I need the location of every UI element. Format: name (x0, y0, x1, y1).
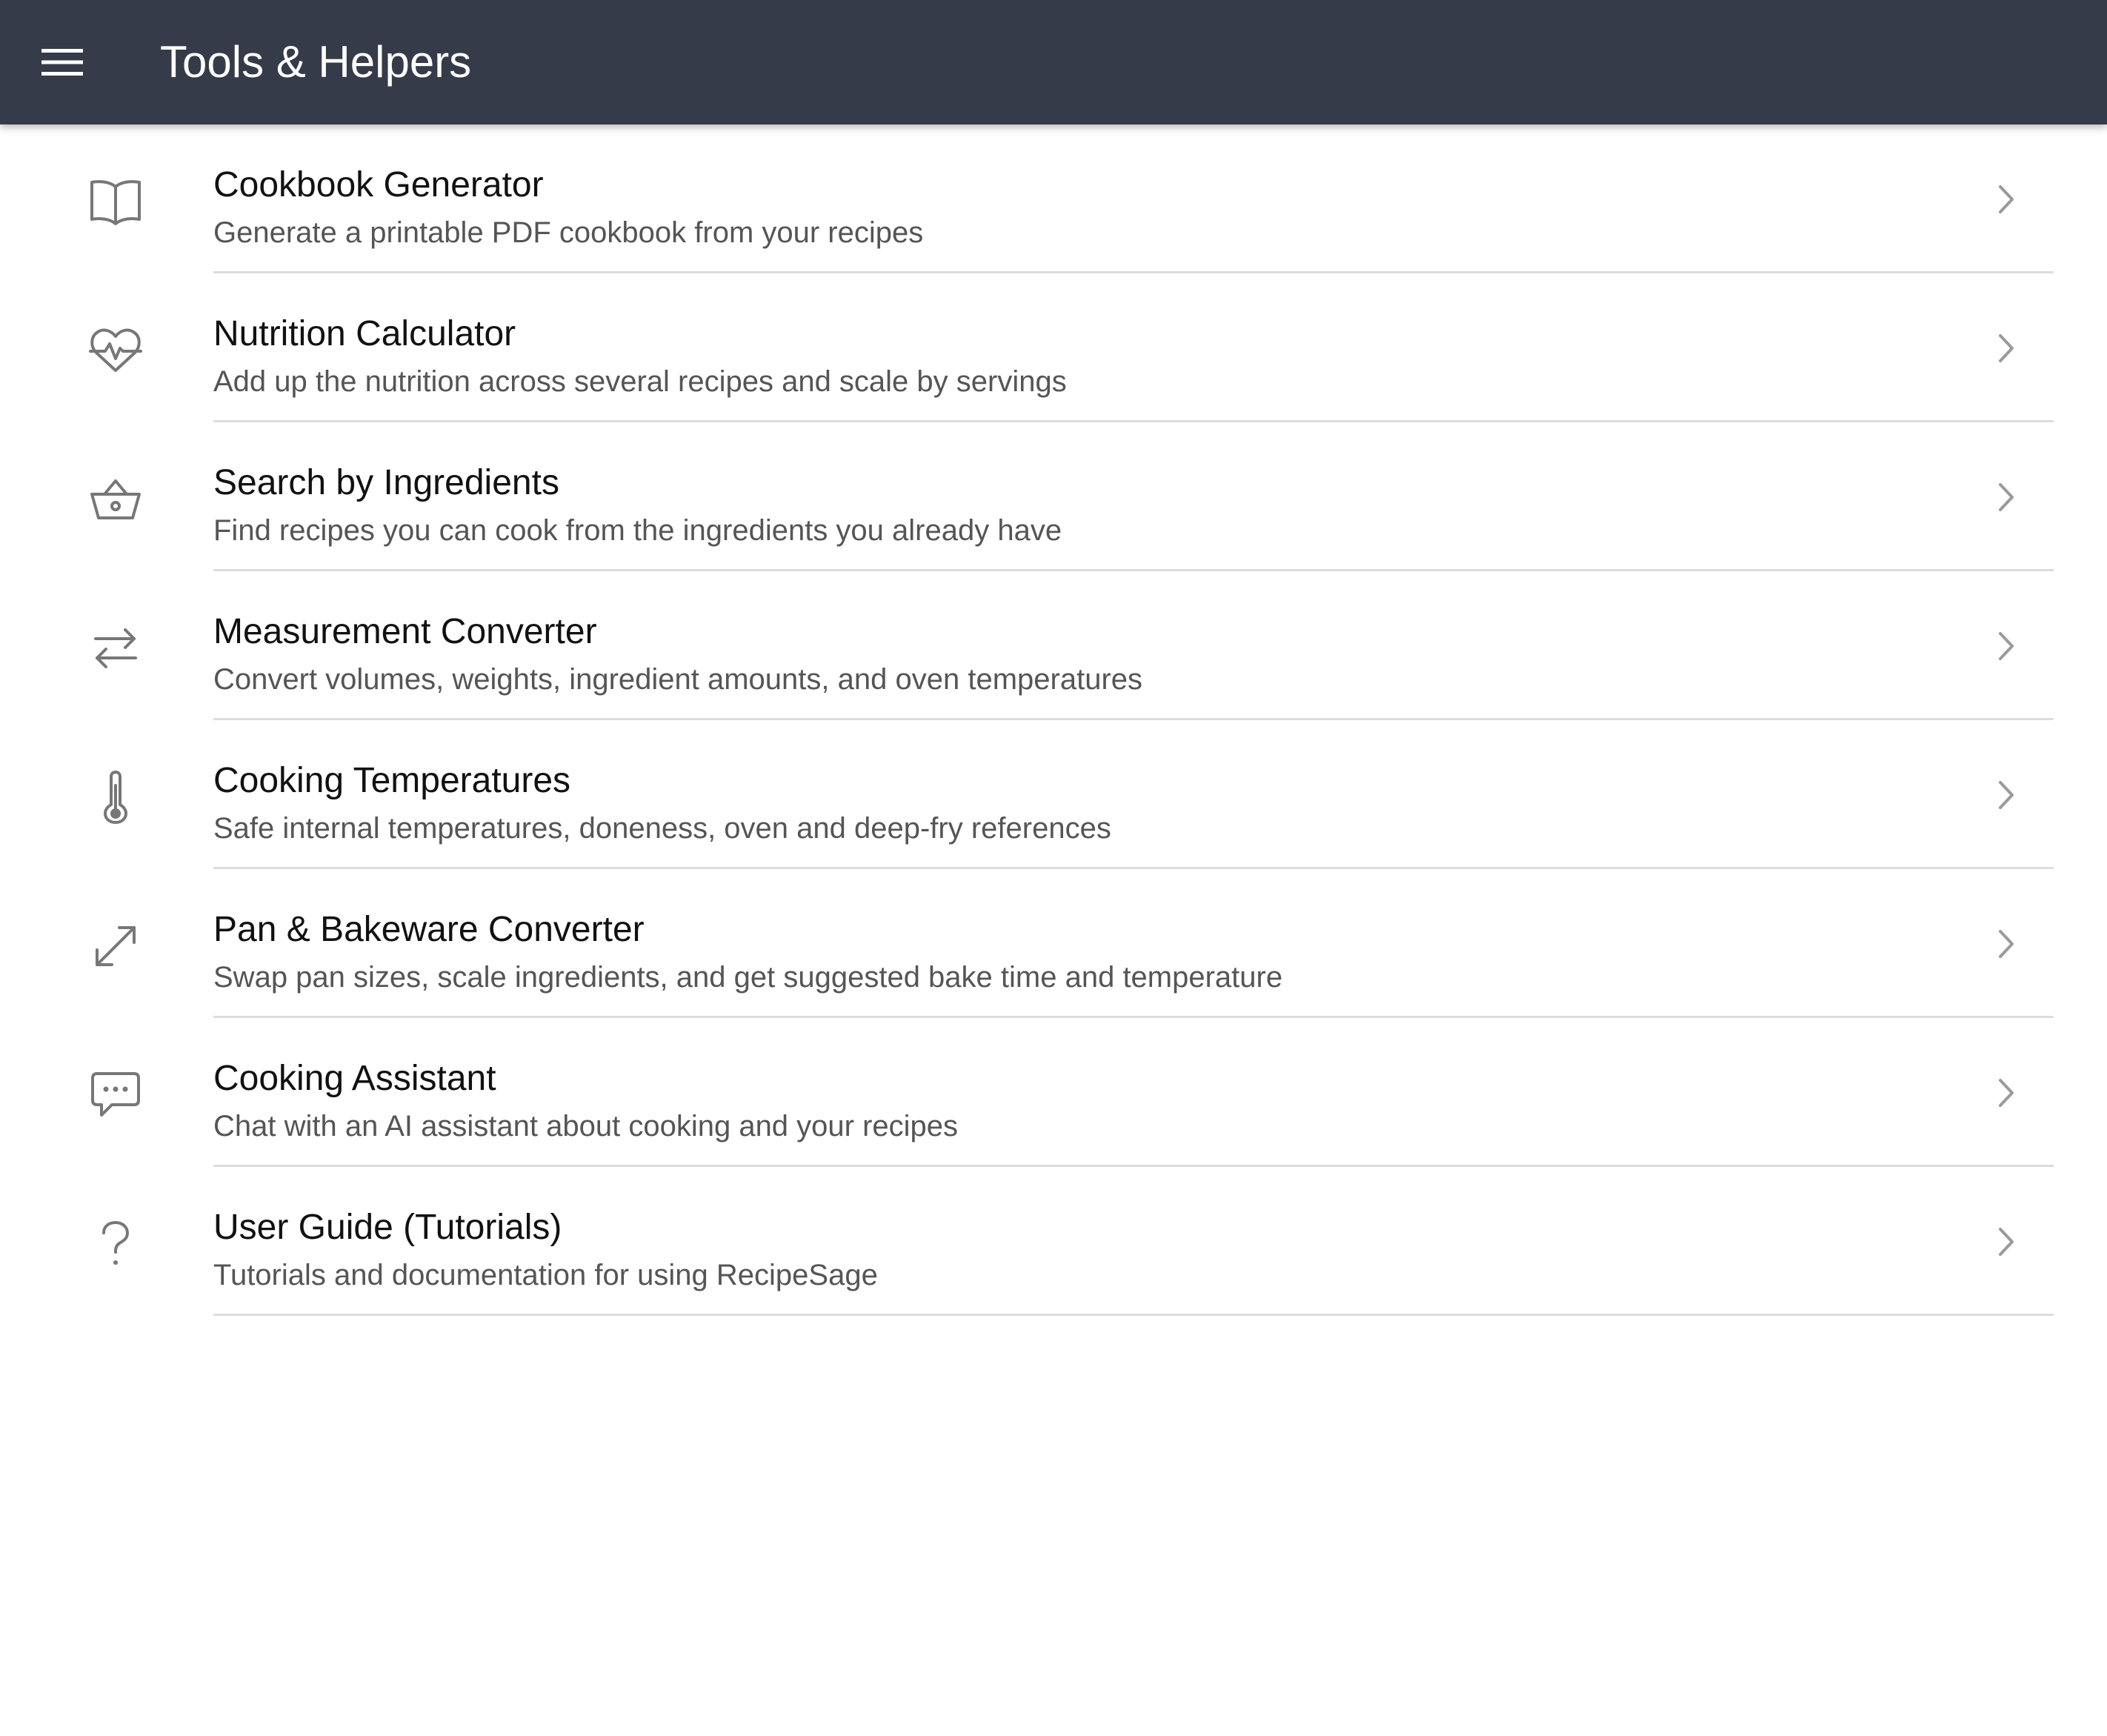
tool-description: Add up the nutrition across several reci… (213, 365, 1067, 398)
tool-description: Convert volumes, weights, ingredient amo… (213, 663, 1143, 696)
tools-content: Cookbook Generator Generate a printable … (0, 124, 2107, 1736)
chevron-right-icon (1999, 930, 2014, 958)
tool-title: Nutrition Calculator (213, 314, 516, 353)
tool-item-user-guide[interactable]: User Guide (Tutorials) Tutorials and doc… (0, 1167, 2107, 1316)
thermometer-icon (86, 768, 145, 827)
chevron-right-icon (1999, 185, 2014, 213)
tool-title: Measurement Converter (213, 612, 597, 651)
tool-description: Generate a printable PDF cookbook from y… (213, 216, 924, 249)
tool-item-cookbook-generator[interactable]: Cookbook Generator Generate a printable … (0, 124, 2107, 273)
tool-title: User Guide (Tutorials) (213, 1208, 562, 1247)
chevron-right-icon (1999, 781, 2014, 809)
tools-list: Cookbook Generator Generate a printable … (0, 124, 2107, 1316)
tool-item-body: Measurement Converter Convert volumes, w… (213, 571, 2054, 720)
tool-item-measurement-converter[interactable]: Measurement Converter Convert volumes, w… (0, 571, 2107, 720)
tool-item-pan-bakeware-converter[interactable]: Pan & Bakeware Converter Swap pan sizes,… (0, 869, 2107, 1018)
tool-item-body: Cooking Assistant Chat with an AI assist… (213, 1018, 2054, 1167)
tool-title: Search by Ingredients (213, 463, 559, 502)
tool-description: Safe internal temperatures, doneness, ov… (213, 812, 1111, 845)
menu-button[interactable] (33, 33, 92, 92)
tool-item-body: Cooking Temperatures Safe internal tempe… (213, 720, 2054, 869)
tool-description: Tutorials and documentation for using Re… (213, 1259, 878, 1291)
swap-arrows-icon (86, 619, 145, 678)
chevron-right-icon (1999, 483, 2014, 511)
book-icon (86, 172, 145, 231)
tool-title: Cookbook Generator (213, 165, 544, 204)
help-icon (86, 1214, 145, 1274)
tool-item-cooking-assistant[interactable]: Cooking Assistant Chat with an AI assist… (0, 1018, 2107, 1167)
chevron-right-icon (1999, 1228, 2014, 1256)
resize-arrows-icon (86, 917, 145, 976)
tool-item-body: Nutrition Calculator Add up the nutritio… (213, 273, 2054, 422)
tool-title: Cooking Temperatures (213, 761, 571, 800)
chat-bubble-icon (86, 1065, 145, 1125)
chevron-right-icon (1999, 632, 2014, 660)
tool-item-body: Search by Ingredients Find recipes you c… (213, 422, 2054, 571)
tool-item-body: Pan & Bakeware Converter Swap pan sizes,… (213, 869, 2054, 1018)
chevron-right-icon (1999, 334, 2014, 362)
tool-description: Find recipes you can cook from the ingre… (213, 514, 1062, 547)
tool-item-body: Cookbook Generator Generate a printable … (213, 124, 2054, 273)
heart-pulse-icon (86, 321, 145, 380)
tool-description: Swap pan sizes, scale ingredients, and g… (213, 961, 1283, 994)
tool-item-cooking-temperatures[interactable]: Cooking Temperatures Safe internal tempe… (0, 720, 2107, 869)
tool-title: Cooking Assistant (213, 1059, 496, 1098)
basket-icon (86, 470, 145, 529)
tool-description: Chat with an AI assistant about cooking … (213, 1110, 959, 1143)
menu-icon (41, 49, 83, 76)
tool-item-nutrition-calculator[interactable]: Nutrition Calculator Add up the nutritio… (0, 273, 2107, 422)
chevron-right-icon (1999, 1079, 2014, 1107)
tool-title: Pan & Bakeware Converter (213, 910, 645, 949)
tool-item-search-by-ingredients[interactable]: Search by Ingredients Find recipes you c… (0, 422, 2107, 571)
app-toolbar: Tools & Helpers (0, 0, 2107, 124)
tool-item-body: User Guide (Tutorials) Tutorials and doc… (213, 1167, 2054, 1316)
page-title: Tools & Helpers (160, 37, 472, 87)
